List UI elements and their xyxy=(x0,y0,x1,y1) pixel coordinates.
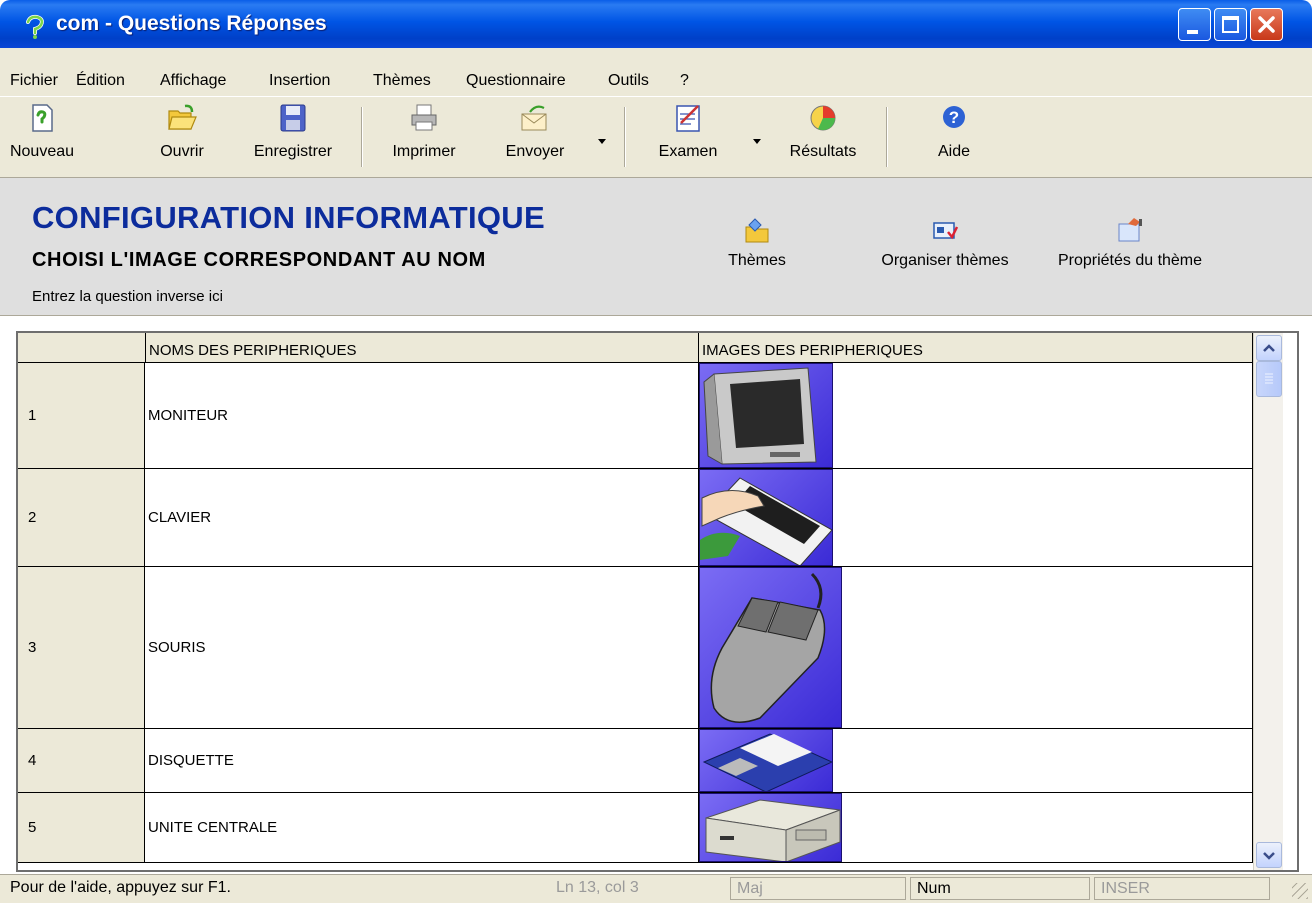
menu-questionnaire[interactable]: Questionnaire xyxy=(466,72,566,90)
status-cursor-position: Ln 13, col 3 xyxy=(556,879,639,896)
open-folder-icon xyxy=(168,104,197,130)
status-bar: Pour de l'aide, appuyez sur F1. Ln 13, c… xyxy=(0,874,1312,903)
ouvrir-label: Ouvrir xyxy=(160,143,204,160)
table-cell-name[interactable]: DISQUETTE xyxy=(145,729,699,793)
menu-outils[interactable]: Outils xyxy=(608,72,649,90)
close-button[interactable] xyxy=(1250,8,1283,41)
status-help-text: Pour de l'aide, appuyez sur F1. xyxy=(10,879,231,896)
maximize-button[interactable] xyxy=(1214,8,1247,41)
maximize-icon xyxy=(1222,16,1239,33)
nouveau-label: Nouveau xyxy=(9,143,75,160)
window-title: com - Questions Réponses xyxy=(56,12,327,35)
table-cell-name[interactable]: CLAVIER xyxy=(145,469,699,567)
proprietes-theme-label: Propriétés du thème xyxy=(1057,252,1203,269)
row-header[interactable]: 3 xyxy=(18,567,145,729)
themes-label: Thèmes xyxy=(728,252,786,269)
aide-button[interactable]: ? Aide xyxy=(914,103,994,173)
grip-lines-icon xyxy=(1265,373,1273,384)
svg-text:?: ? xyxy=(949,108,959,127)
envoyer-button[interactable]: Envoyer xyxy=(494,103,576,173)
mouse-image xyxy=(699,567,842,728)
enregistrer-label: Enregistrer xyxy=(253,143,333,160)
row-header[interactable]: 2 xyxy=(18,469,145,567)
toolbar-separator xyxy=(886,107,888,167)
aide-label: Aide xyxy=(937,143,971,160)
menu-edition[interactable]: Édition xyxy=(76,72,125,90)
scroll-down-button[interactable] xyxy=(1256,842,1282,868)
chevron-down-icon xyxy=(1263,852,1275,860)
send-mail-icon xyxy=(521,105,547,131)
scroll-up-button[interactable] xyxy=(1256,335,1282,361)
status-inser-indicator: INSER xyxy=(1094,877,1270,900)
new-document-icon xyxy=(32,104,53,132)
organiser-themes-button[interactable]: Organiser thèmes xyxy=(860,216,1030,270)
envoyer-label: Envoyer xyxy=(505,143,565,160)
imprimer-label: Imprimer xyxy=(392,143,456,160)
chevron-up-icon xyxy=(1263,344,1275,352)
corner-header[interactable] xyxy=(18,333,146,363)
examen-button[interactable]: Examen xyxy=(646,103,730,173)
proprietes-theme-button[interactable]: Propriétés du thème xyxy=(1036,216,1224,270)
menu-affichage[interactable]: Affichage xyxy=(160,72,226,90)
monitor-image xyxy=(699,363,833,468)
help-icon: ? xyxy=(943,106,965,128)
results-chart-icon xyxy=(810,105,836,131)
minimize-button[interactable] xyxy=(1178,8,1211,41)
menu-insertion[interactable]: Insertion xyxy=(269,72,330,90)
column-header-images[interactable]: IMAGES DES PERIPHERIQUES xyxy=(699,333,1253,363)
toolbar-separator xyxy=(361,107,363,167)
menu-themes[interactable]: Thèmes xyxy=(373,72,431,90)
close-icon xyxy=(1258,16,1275,33)
column-header-names[interactable]: NOMS DES PERIPHERIQUES xyxy=(146,333,699,363)
table-cell-name[interactable]: MONITEUR xyxy=(145,363,699,469)
table-cell-name[interactable]: UNITE CENTRALE xyxy=(145,793,699,863)
row-header[interactable]: 1 xyxy=(18,363,145,469)
app-logo-icon xyxy=(26,14,44,39)
organiser-themes-label: Organiser thèmes xyxy=(881,252,1009,269)
resultats-button[interactable]: Résultats xyxy=(776,103,870,173)
vertical-scrollbar[interactable] xyxy=(1253,333,1283,870)
questionnaire-title[interactable]: CONFIGURATION INFORMATIQUE xyxy=(32,200,545,236)
resize-grip-icon[interactable] xyxy=(1292,883,1308,899)
menu-fichier[interactable]: Fichier xyxy=(10,72,58,90)
save-disk-icon xyxy=(280,104,306,132)
toolbar-separator xyxy=(624,107,626,167)
nouveau-button[interactable]: Nouveau xyxy=(6,103,78,173)
envoyer-dropdown-arrow-icon[interactable] xyxy=(598,139,606,144)
scroll-thumb[interactable] xyxy=(1256,361,1282,397)
imprimer-button[interactable]: Imprimer xyxy=(378,103,470,173)
questions-grid: NOMS DES PERIPHERIQUES IMAGES DES PERIPH… xyxy=(16,331,1299,872)
organize-themes-icon xyxy=(933,222,959,240)
floppy-image xyxy=(699,729,833,792)
themes-folder-icon xyxy=(745,218,769,243)
status-maj-indicator: Maj xyxy=(730,877,906,900)
enregistrer-button[interactable]: Enregistrer xyxy=(238,103,348,173)
status-num-indicator: Num xyxy=(910,877,1090,900)
row-header[interactable]: 4 xyxy=(18,729,145,793)
row-header[interactable]: 5 xyxy=(18,793,145,863)
question-header: CONFIGURATION INFORMATIQUE CHOISI L'IMAG… xyxy=(0,178,1312,316)
theme-properties-icon xyxy=(1118,218,1142,242)
inverse-question-text[interactable]: Entrez la question inverse ici xyxy=(32,288,223,305)
exam-icon xyxy=(676,105,700,132)
resultats-label: Résultats xyxy=(789,143,857,160)
printer-icon xyxy=(411,104,437,131)
themes-button[interactable]: Thèmes xyxy=(712,216,802,270)
table-cell-name[interactable]: SOURIS xyxy=(145,567,699,729)
menu-help[interactable]: ? xyxy=(680,72,689,90)
examen-label: Examen xyxy=(658,143,718,160)
ouvrir-button[interactable]: Ouvrir xyxy=(146,103,218,173)
examen-dropdown-arrow-icon[interactable] xyxy=(753,139,761,144)
menu-bar: Fichier Édition Affichage Insertion Thèm… xyxy=(0,68,1312,96)
toolbar: Nouveau Ouvrir Enregistrer Imprimer Envo… xyxy=(0,96,1312,178)
menu-bar-strip xyxy=(0,48,1312,68)
question-text[interactable]: CHOISI L'IMAGE CORRESPONDANT AU NOM xyxy=(32,249,627,272)
cpu-unit-image xyxy=(699,793,842,862)
minimize-icon xyxy=(1187,30,1198,34)
title-bar[interactable]: com - Questions Réponses xyxy=(0,0,1312,48)
keyboard-image xyxy=(699,469,833,566)
